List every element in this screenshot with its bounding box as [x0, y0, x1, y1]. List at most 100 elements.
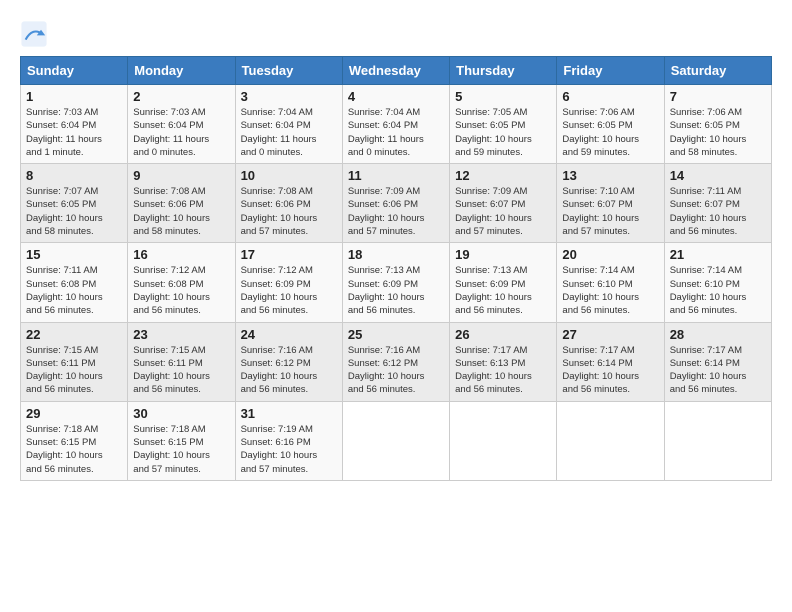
day-info: Sunrise: 7:09 AM Sunset: 6:06 PM Dayligh…	[348, 185, 444, 238]
calendar-cell: 4 Sunrise: 7:04 AM Sunset: 6:04 PM Daylig…	[342, 85, 449, 164]
day-number: 9	[133, 168, 229, 183]
calendar-cell: 1 Sunrise: 7:03 AM Sunset: 6:04 PM Daylig…	[21, 85, 128, 164]
weekday-header-row: SundayMondayTuesdayWednesdayThursdayFrid…	[21, 57, 772, 85]
calendar-table: SundayMondayTuesdayWednesdayThursdayFrid…	[20, 56, 772, 481]
calendar-cell: 13Sunrise: 7:10 AM Sunset: 6:07 PM Dayli…	[557, 164, 664, 243]
calendar-cell: 23Sunrise: 7:15 AM Sunset: 6:11 PM Dayli…	[128, 322, 235, 401]
calendar-cell	[664, 401, 771, 480]
day-info: Sunrise: 7:17 AM Sunset: 6:14 PM Dayligh…	[670, 344, 766, 397]
calendar-cell: 17 Sunrise: 7:12 AM Sunset: 6:09 PM Dayli…	[235, 243, 342, 322]
calendar-cell: 11 Sunrise: 7:09 AM Sunset: 6:06 PM Dayli…	[342, 164, 449, 243]
week-row-5: 29 Sunrise: 7:18 AM Sunset: 6:15 PM Dayli…	[21, 401, 772, 480]
logo	[20, 20, 52, 48]
calendar-cell: 12 Sunrise: 7:09 AM Sunset: 6:07 PM Dayli…	[450, 164, 557, 243]
day-number: 29	[26, 406, 122, 421]
calendar-cell: 14 Sunrise: 7:11 AM Sunset: 6:07 PM Dayli…	[664, 164, 771, 243]
day-info: Sunrise: 7:13 AM Sunset: 6:09 PM Dayligh…	[455, 264, 551, 317]
weekday-header-monday: Monday	[128, 57, 235, 85]
day-info: Sunrise: 7:08 AM Sunset: 6:06 PM Dayligh…	[133, 185, 229, 238]
day-info: Sunrise: 7:16 AM Sunset: 6:12 PM Dayligh…	[348, 344, 444, 397]
calendar-cell: 28 Sunrise: 7:17 AM Sunset: 6:14 PM Dayli…	[664, 322, 771, 401]
calendar-cell	[557, 401, 664, 480]
day-info: Sunrise: 7:14 AM Sunset: 6:10 PM Dayligh…	[670, 264, 766, 317]
day-number: 14	[670, 168, 766, 183]
day-info: Sunrise: 7:06 AM Sunset: 6:05 PM Dayligh…	[670, 106, 766, 159]
day-info: Sunrise: 7:12 AM Sunset: 6:08 PM Dayligh…	[133, 264, 229, 317]
calendar-cell: 26 Sunrise: 7:17 AM Sunset: 6:13 PM Dayli…	[450, 322, 557, 401]
day-info: Sunrise: 7:12 AM Sunset: 6:09 PM Dayligh…	[241, 264, 337, 317]
calendar-cell	[342, 401, 449, 480]
calendar-cell: 6 Sunrise: 7:06 AM Sunset: 6:05 PM Daylig…	[557, 85, 664, 164]
day-info: Sunrise: 7:07 AM Sunset: 6:05 PM Dayligh…	[26, 185, 122, 238]
calendar-cell: 10Sunrise: 7:08 AM Sunset: 6:06 PM Dayli…	[235, 164, 342, 243]
calendar-cell: 15 Sunrise: 7:11 AM Sunset: 6:08 PM Dayli…	[21, 243, 128, 322]
day-info: Sunrise: 7:05 AM Sunset: 6:05 PM Dayligh…	[455, 106, 551, 159]
day-number: 21	[670, 247, 766, 262]
day-info: Sunrise: 7:17 AM Sunset: 6:13 PM Dayligh…	[455, 344, 551, 397]
day-number: 2	[133, 89, 229, 104]
day-info: Sunrise: 7:03 AM Sunset: 6:04 PM Dayligh…	[26, 106, 122, 159]
day-number: 30	[133, 406, 229, 421]
day-number: 28	[670, 327, 766, 342]
day-info: Sunrise: 7:04 AM Sunset: 6:04 PM Dayligh…	[241, 106, 337, 159]
day-info: Sunrise: 7:18 AM Sunset: 6:15 PM Dayligh…	[133, 423, 229, 476]
day-number: 17	[241, 247, 337, 262]
weekday-header-friday: Friday	[557, 57, 664, 85]
day-info: Sunrise: 7:06 AM Sunset: 6:05 PM Dayligh…	[562, 106, 658, 159]
weekday-header-thursday: Thursday	[450, 57, 557, 85]
day-info: Sunrise: 7:09 AM Sunset: 6:07 PM Dayligh…	[455, 185, 551, 238]
day-number: 6	[562, 89, 658, 104]
calendar-cell: 7 Sunrise: 7:06 AM Sunset: 6:05 PM Daylig…	[664, 85, 771, 164]
day-number: 26	[455, 327, 551, 342]
day-number: 15	[26, 247, 122, 262]
day-info: Sunrise: 7:11 AM Sunset: 6:08 PM Dayligh…	[26, 264, 122, 317]
day-number: 8	[26, 168, 122, 183]
logo-icon	[20, 20, 48, 48]
day-number: 12	[455, 168, 551, 183]
calendar-cell	[450, 401, 557, 480]
calendar-cell: 3 Sunrise: 7:04 AM Sunset: 6:04 PM Daylig…	[235, 85, 342, 164]
day-number: 4	[348, 89, 444, 104]
day-number: 11	[348, 168, 444, 183]
calendar-cell: 16 Sunrise: 7:12 AM Sunset: 6:08 PM Dayli…	[128, 243, 235, 322]
calendar-cell: 19 Sunrise: 7:13 AM Sunset: 6:09 PM Dayli…	[450, 243, 557, 322]
day-number: 16	[133, 247, 229, 262]
day-info: Sunrise: 7:04 AM Sunset: 6:04 PM Dayligh…	[348, 106, 444, 159]
calendar-cell: 9 Sunrise: 7:08 AM Sunset: 6:06 PM Daylig…	[128, 164, 235, 243]
calendar-cell: 20Sunrise: 7:14 AM Sunset: 6:10 PM Dayli…	[557, 243, 664, 322]
day-number: 22	[26, 327, 122, 342]
day-info: Sunrise: 7:19 AM Sunset: 6:16 PM Dayligh…	[241, 423, 337, 476]
calendar-cell: 24 Sunrise: 7:16 AM Sunset: 6:12 PM Dayli…	[235, 322, 342, 401]
day-number: 19	[455, 247, 551, 262]
week-row-4: 22 Sunrise: 7:15 AM Sunset: 6:11 PM Dayli…	[21, 322, 772, 401]
weekday-header-tuesday: Tuesday	[235, 57, 342, 85]
day-info: Sunrise: 7:13 AM Sunset: 6:09 PM Dayligh…	[348, 264, 444, 317]
week-row-3: 15 Sunrise: 7:11 AM Sunset: 6:08 PM Dayli…	[21, 243, 772, 322]
day-number: 25	[348, 327, 444, 342]
day-number: 1	[26, 89, 122, 104]
calendar-cell: 18 Sunrise: 7:13 AM Sunset: 6:09 PM Dayli…	[342, 243, 449, 322]
day-info: Sunrise: 7:16 AM Sunset: 6:12 PM Dayligh…	[241, 344, 337, 397]
calendar-cell: 5Sunrise: 7:05 AM Sunset: 6:05 PM Daylig…	[450, 85, 557, 164]
day-number: 3	[241, 89, 337, 104]
calendar-cell: 30 Sunrise: 7:18 AM Sunset: 6:15 PM Dayli…	[128, 401, 235, 480]
day-info: Sunrise: 7:15 AM Sunset: 6:11 PM Dayligh…	[133, 344, 229, 397]
calendar-cell: 29Sunrise: 7:18 AM Sunset: 6:15 PM Dayli…	[21, 401, 128, 480]
calendar-cell: 2 Sunrise: 7:03 AM Sunset: 6:04 PM Daylig…	[128, 85, 235, 164]
calendar-cell: 27Sunrise: 7:17 AM Sunset: 6:14 PM Dayli…	[557, 322, 664, 401]
day-info: Sunrise: 7:03 AM Sunset: 6:04 PM Dayligh…	[133, 106, 229, 159]
day-info: Sunrise: 7:10 AM Sunset: 6:07 PM Dayligh…	[562, 185, 658, 238]
day-number: 7	[670, 89, 766, 104]
day-number: 20	[562, 247, 658, 262]
day-info: Sunrise: 7:11 AM Sunset: 6:07 PM Dayligh…	[670, 185, 766, 238]
weekday-header-saturday: Saturday	[664, 57, 771, 85]
day-number: 27	[562, 327, 658, 342]
week-row-2: 8 Sunrise: 7:07 AM Sunset: 6:05 PM Daylig…	[21, 164, 772, 243]
day-number: 24	[241, 327, 337, 342]
page-header	[20, 20, 772, 48]
day-number: 10	[241, 168, 337, 183]
calendar-cell: 31Sunrise: 7:19 AM Sunset: 6:16 PM Dayli…	[235, 401, 342, 480]
day-number: 18	[348, 247, 444, 262]
weekday-header-wednesday: Wednesday	[342, 57, 449, 85]
day-info: Sunrise: 7:15 AM Sunset: 6:11 PM Dayligh…	[26, 344, 122, 397]
